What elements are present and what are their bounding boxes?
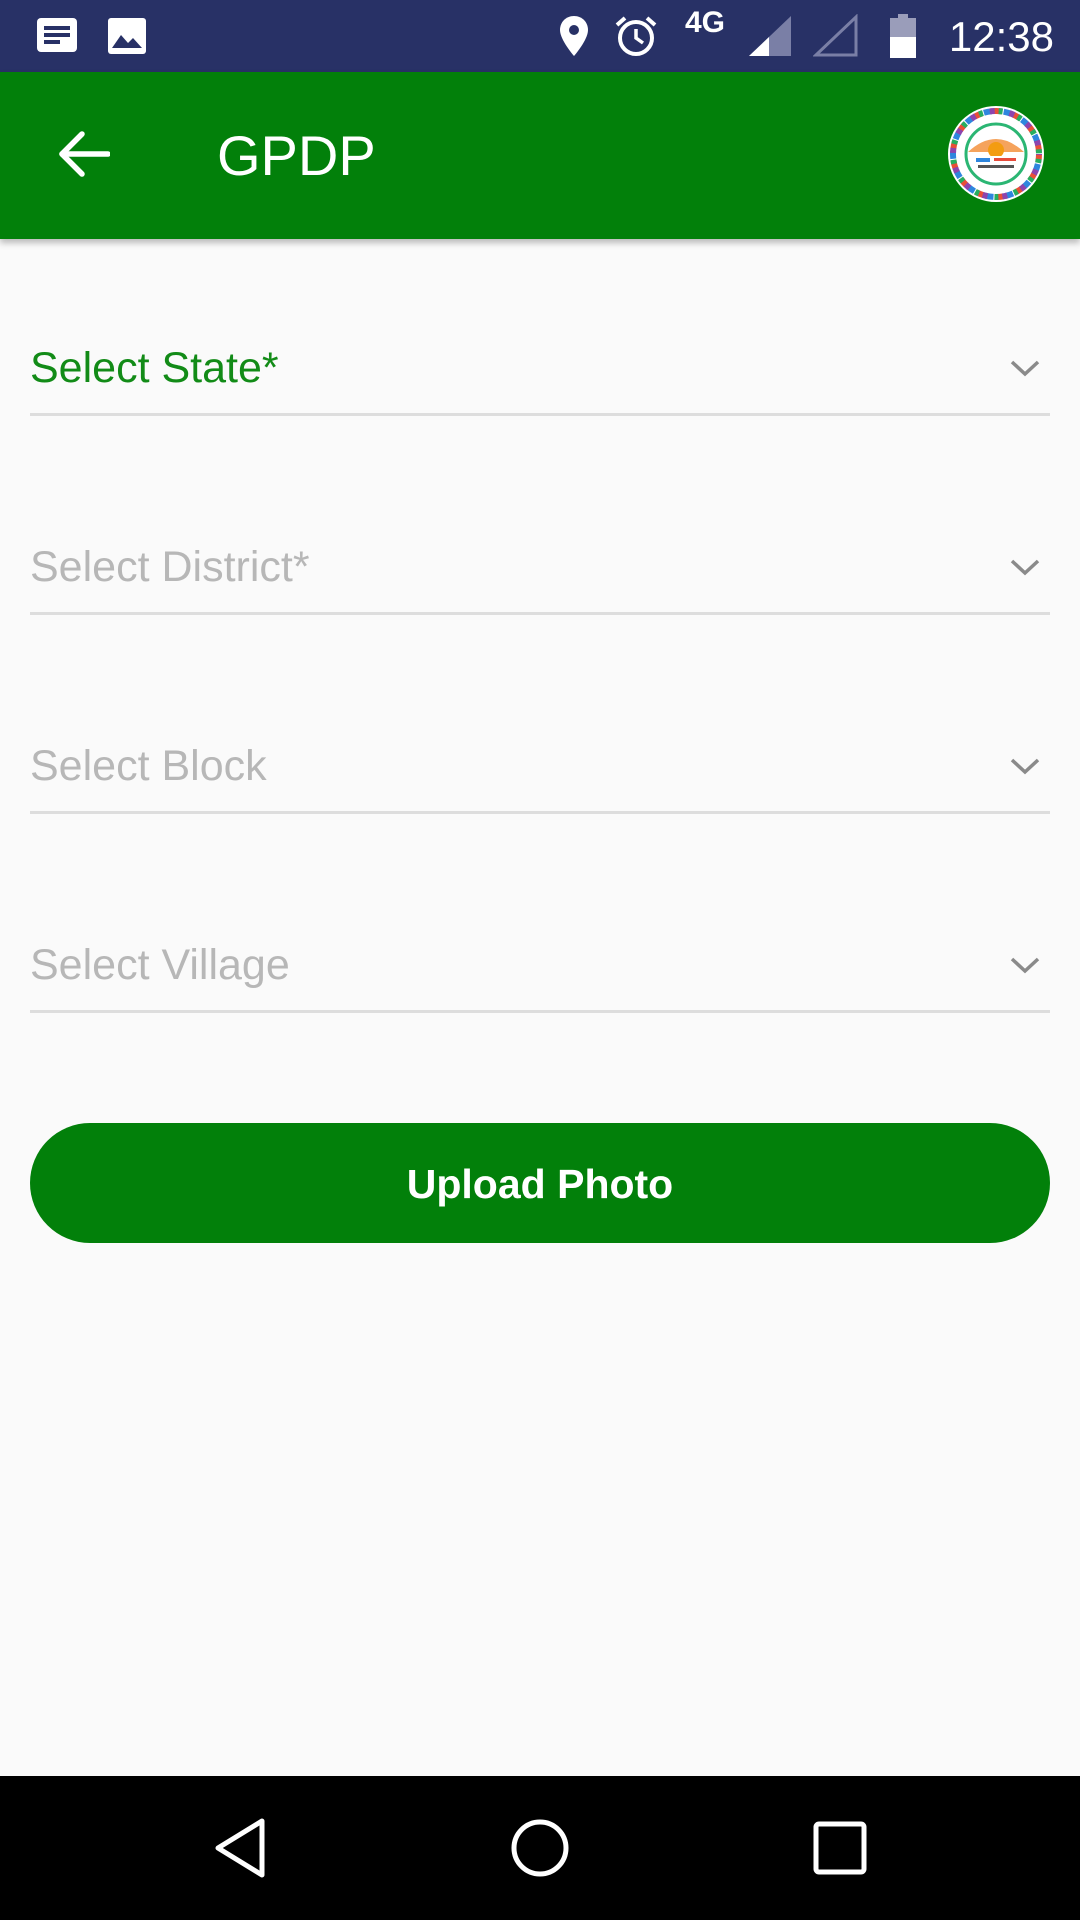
district-dropdown[interactable]: Select District*	[30, 522, 1050, 615]
status-time: 12:38	[948, 13, 1054, 60]
home-circle-icon[interactable]	[500, 1808, 580, 1888]
system-navigation-bar	[0, 1776, 1080, 1920]
state-dropdown[interactable]: Select State*	[30, 323, 1050, 416]
arrow-left-icon	[58, 130, 111, 182]
alarm-icon	[612, 0, 660, 72]
upload-photo-button[interactable]: Upload Photo	[30, 1123, 1050, 1243]
gpdp-emblem-logo	[946, 104, 1046, 204]
chevron-down-icon	[1008, 353, 1042, 383]
village-dropdown[interactable]: Select Village	[30, 920, 1050, 1013]
chevron-down-icon	[1008, 950, 1042, 980]
state-dropdown-label: Select State*	[30, 344, 279, 392]
block-dropdown[interactable]: Select Block	[30, 721, 1050, 814]
signal-empty-icon	[812, 0, 860, 72]
network-type-label: 4G	[685, 6, 726, 39]
page-title: GPDP	[217, 124, 376, 187]
block-dropdown-label: Select Block	[30, 742, 267, 790]
signal-icon	[746, 0, 794, 72]
district-dropdown-label: Select District*	[30, 543, 310, 591]
notification-message-icon	[34, 0, 80, 72]
chevron-down-icon	[1008, 751, 1042, 781]
app-bar: GPDP	[0, 72, 1080, 239]
location-icon	[554, 0, 594, 72]
back-triangle-icon[interactable]	[200, 1808, 280, 1888]
chevron-down-icon	[1008, 552, 1042, 582]
village-dropdown-label: Select Village	[30, 941, 290, 989]
back-button[interactable]	[40, 112, 128, 200]
recents-square-icon[interactable]	[800, 1808, 880, 1888]
status-bar: 4G 12:38	[0, 0, 1080, 72]
battery-icon	[886, 0, 920, 72]
gallery-icon	[104, 0, 150, 72]
